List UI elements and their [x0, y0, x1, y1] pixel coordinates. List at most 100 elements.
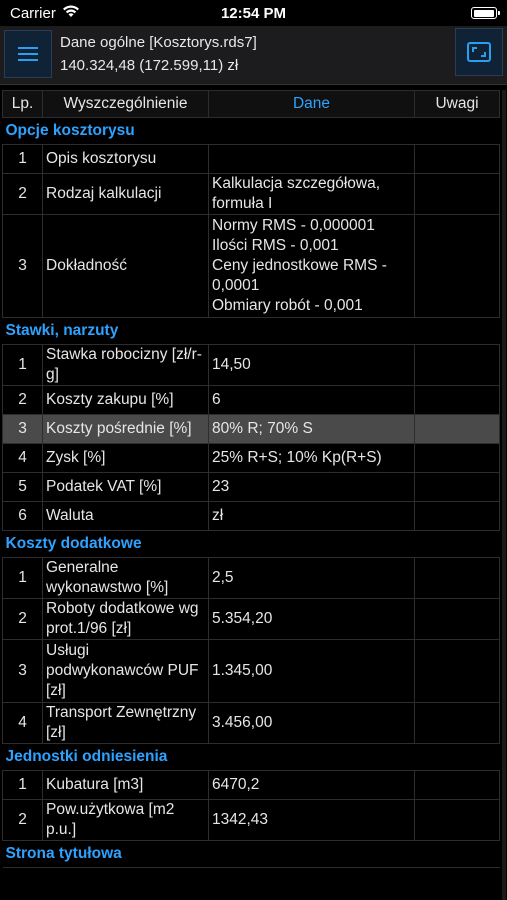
- table-row-selected[interactable]: 3 Koszty pośrednie [%] 80% R; 70% S: [2, 414, 500, 444]
- hamburger-menu-icon: [18, 47, 38, 61]
- row-note[interactable]: [414, 770, 500, 800]
- row-value[interactable]: 1342,43: [208, 799, 415, 841]
- row-note[interactable]: [414, 144, 500, 174]
- row-note[interactable]: [414, 702, 500, 744]
- table-row[interactable]: 1 Kubatura [m3] 6470,2: [2, 770, 500, 800]
- row-note[interactable]: [414, 557, 500, 599]
- row-note[interactable]: [414, 385, 500, 415]
- section-title: Koszty dodatkowe: [2, 530, 500, 558]
- page-title: Dane ogólne [Kosztorys.rds7]: [60, 34, 257, 51]
- expand-frame-icon: [467, 42, 491, 62]
- section-header[interactable]: Strona tytułowa: [2, 840, 500, 868]
- expand-button[interactable]: [455, 28, 503, 76]
- row-label: Koszty zakupu [%]: [42, 385, 209, 415]
- column-header-value[interactable]: Dane: [208, 90, 415, 118]
- section-header[interactable]: Opcje kosztorysu: [2, 117, 500, 145]
- section-title: Stawki, narzuty: [2, 317, 500, 345]
- row-value[interactable]: 6: [208, 385, 415, 415]
- row-number: 1: [2, 144, 43, 174]
- header-title-block: Dane ogólne [Kosztorys.rds7] 140.324,48 …: [60, 31, 257, 77]
- row-note[interactable]: [414, 598, 500, 640]
- row-label: Transport Zewnętrzny [zł]: [42, 702, 209, 744]
- table-row[interactable]: 4 Transport Zewnętrzny [zł] 3.456,00: [2, 702, 500, 744]
- row-value[interactable]: 1.345,00: [208, 639, 415, 703]
- row-number: 1: [2, 770, 43, 800]
- row-note[interactable]: [414, 501, 500, 531]
- section-header[interactable]: Stawki, narzuty: [2, 317, 500, 345]
- row-value[interactable]: 14,50: [208, 344, 415, 386]
- row-number: 3: [2, 414, 43, 444]
- section-title: Jednostki odniesienia: [2, 743, 500, 771]
- row-label: Kubatura [m3]: [42, 770, 209, 800]
- column-header-notes[interactable]: Uwagi: [414, 90, 500, 118]
- row-number: 5: [2, 472, 43, 502]
- row-value[interactable]: 25% R+S; 10% Kp(R+S): [208, 443, 415, 473]
- status-bar: Carrier 12:54 PM: [0, 0, 507, 26]
- section-header[interactable]: Jednostki odniesienia: [2, 743, 500, 771]
- row-note[interactable]: [414, 214, 500, 318]
- row-number: 3: [2, 639, 43, 703]
- row-value[interactable]: 80% R; 70% S: [208, 414, 415, 444]
- row-value[interactable]: 3.456,00: [208, 702, 415, 744]
- row-value[interactable]: zł: [208, 501, 415, 531]
- row-label: Zysk [%]: [42, 443, 209, 473]
- row-value[interactable]: 2,5: [208, 557, 415, 599]
- row-number: 2: [2, 173, 43, 215]
- column-header-lp[interactable]: Lp.: [2, 90, 43, 118]
- row-number: 1: [2, 344, 43, 386]
- table-row[interactable]: 2 Rodzaj kalkulacji Kalkulacja szczegóło…: [2, 173, 500, 215]
- table-row[interactable]: 3 Dokładność Normy RMS - 0,000001 Ilości…: [2, 214, 500, 318]
- table-row[interactable]: 1 Opis kosztorysu: [2, 144, 500, 174]
- row-note[interactable]: [414, 344, 500, 386]
- row-label: Stawka robocizny [zł/r-g]: [42, 344, 209, 386]
- row-value[interactable]: 6470,2: [208, 770, 415, 800]
- row-label: Dokładność: [42, 214, 209, 318]
- row-label: Usługi podwykonawców PUF [zł]: [42, 639, 209, 703]
- table-row[interactable]: 2 Koszty zakupu [%] 6: [2, 385, 500, 415]
- table-header-row: Lp. Wyszczególnienie Dane Uwagi: [2, 90, 500, 118]
- row-label: Podatek VAT [%]: [42, 472, 209, 502]
- row-number: 4: [2, 702, 43, 744]
- row-note[interactable]: [414, 799, 500, 841]
- row-note[interactable]: [414, 639, 500, 703]
- battery-icon: [471, 7, 500, 19]
- row-number: 4: [2, 443, 43, 473]
- row-value[interactable]: 5.354,20: [208, 598, 415, 640]
- section-title: Strona tytułowa: [2, 840, 500, 868]
- table-row[interactable]: 3 Usługi podwykonawców PUF [zł] 1.345,00: [2, 639, 500, 703]
- row-number: 2: [2, 799, 43, 841]
- vertical-scrollbar[interactable]: [502, 90, 506, 900]
- row-number: 2: [2, 385, 43, 415]
- row-value[interactable]: Normy RMS - 0,000001 Ilości RMS - 0,001 …: [208, 214, 415, 318]
- row-label: Waluta: [42, 501, 209, 531]
- section-header[interactable]: Koszty dodatkowe: [2, 530, 500, 558]
- general-data-table: Lp. Wyszczególnienie Dane Uwagi Opcje ko…: [2, 90, 500, 868]
- row-value[interactable]: [208, 144, 415, 174]
- table-row[interactable]: 2 Pow.użytkowa [m2 p.u.] 1342,43: [2, 799, 500, 841]
- row-note[interactable]: [414, 443, 500, 473]
- table-row[interactable]: 4 Zysk [%] 25% R+S; 10% Kp(R+S): [2, 443, 500, 473]
- row-number: 6: [2, 501, 43, 531]
- row-note[interactable]: [414, 414, 500, 444]
- row-value[interactable]: Kalkulacja szczegółowa, formuła I: [208, 173, 415, 215]
- row-value[interactable]: 23: [208, 472, 415, 502]
- row-note[interactable]: [414, 472, 500, 502]
- column-header-name[interactable]: Wyszczególnienie: [42, 90, 209, 118]
- row-note[interactable]: [414, 173, 500, 215]
- table-row[interactable]: 1 Generalne wykonawstwo [%] 2,5: [2, 557, 500, 599]
- clock: 12:54 PM: [220, 5, 287, 22]
- table-row[interactable]: 5 Podatek VAT [%] 23: [2, 472, 500, 502]
- row-label: Roboty dodatkowe wg prot.1/96 [zł]: [42, 598, 209, 640]
- table-row[interactable]: 6 Waluta zł: [2, 501, 500, 531]
- row-label: Generalne wykonawstwo [%]: [42, 557, 209, 599]
- row-number: 2: [2, 598, 43, 640]
- row-label: Koszty pośrednie [%]: [42, 414, 209, 444]
- row-label: Opis kosztorysu: [42, 144, 209, 174]
- data-table-container: Lp. Wyszczególnienie Dane Uwagi Opcje ko…: [2, 90, 502, 868]
- cost-total: 140.324,48 (172.599,11) zł: [60, 57, 239, 74]
- table-row[interactable]: 2 Roboty dodatkowe wg prot.1/96 [zł] 5.3…: [2, 598, 500, 640]
- table-row[interactable]: 1 Stawka robocizny [zł/r-g] 14,50: [2, 344, 500, 386]
- section-title: Opcje kosztorysu: [2, 117, 500, 145]
- row-number: 3: [2, 214, 43, 318]
- menu-button[interactable]: [4, 30, 52, 78]
